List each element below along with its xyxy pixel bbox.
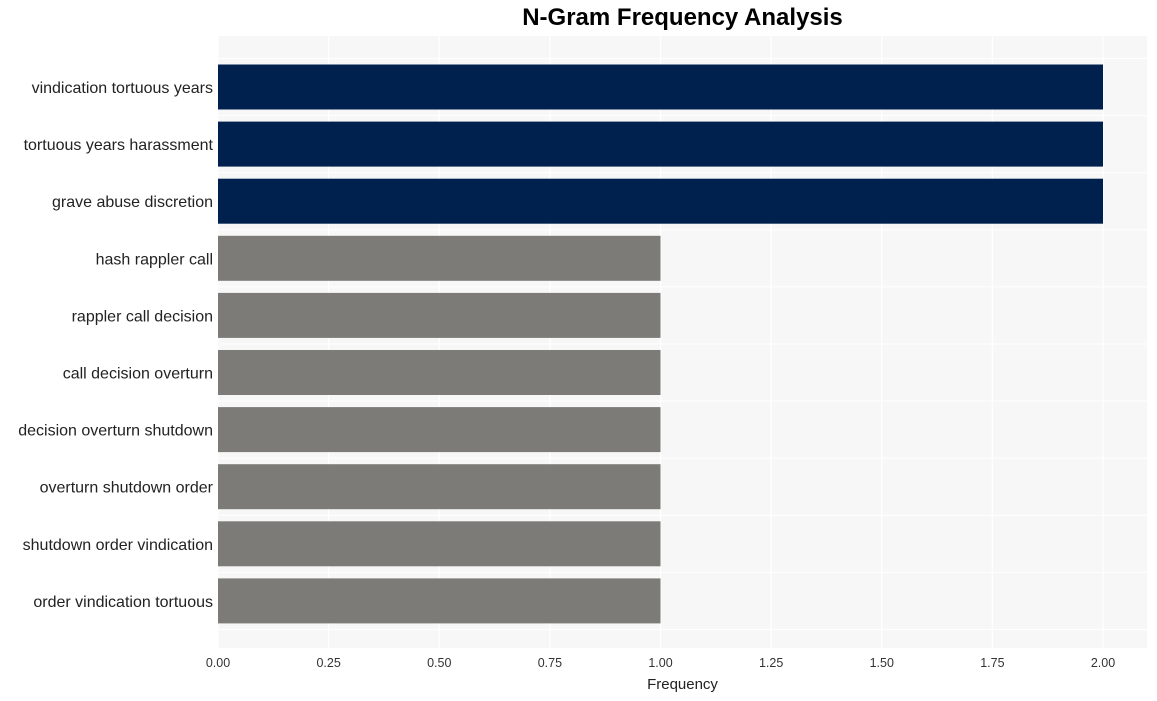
x-tick-label: 1.00 bbox=[648, 656, 672, 670]
y-tick-label: order vindication tortuous bbox=[33, 594, 213, 611]
bar bbox=[218, 178, 1103, 224]
x-tick-label: 1.25 bbox=[759, 656, 783, 670]
x-tick-label: 1.75 bbox=[980, 656, 1004, 670]
bar bbox=[218, 235, 661, 281]
y-tick-label: decision overturn shutdown bbox=[18, 423, 213, 440]
x-tick-label: 0.75 bbox=[538, 656, 562, 670]
y-tick-label: grave abuse discretion bbox=[52, 194, 213, 211]
x-tick-label: 0.25 bbox=[316, 656, 340, 670]
x-tick-label: 1.50 bbox=[870, 656, 894, 670]
x-tick-label: 2.00 bbox=[1091, 656, 1115, 670]
y-tick-label: rappler call decision bbox=[72, 308, 213, 325]
bar bbox=[218, 292, 661, 338]
bar bbox=[218, 350, 661, 395]
x-axis-title: Frequency bbox=[647, 676, 718, 693]
bar bbox=[218, 521, 661, 567]
bar bbox=[218, 464, 661, 510]
bar bbox=[218, 64, 1103, 110]
x-axis-ticks: 0.00 0.25 0.50 0.75 1.00 1.25 1.50 1.75 2.00 bbox=[206, 656, 1115, 670]
bar bbox=[218, 578, 661, 624]
y-tick-label: call decision overturn bbox=[63, 366, 213, 383]
y-tick-label: shutdown order vindication bbox=[23, 537, 213, 554]
y-tick-label: overturn shutdown order bbox=[40, 480, 214, 497]
x-tick-label: 0.00 bbox=[206, 656, 230, 670]
y-tick-label: hash rappler call bbox=[96, 251, 213, 268]
y-axis-labels: vindication tortuous years tortuous years… bbox=[18, 80, 213, 611]
y-tick-label: vindication tortuous years bbox=[32, 80, 213, 97]
bar bbox=[218, 121, 1103, 167]
y-tick-label: tortuous years harassment bbox=[24, 137, 214, 154]
bar bbox=[218, 407, 661, 453]
chart-svg: vindication tortuous years tortuous years… bbox=[18, 36, 1147, 693]
x-tick-label: 0.50 bbox=[427, 656, 451, 670]
